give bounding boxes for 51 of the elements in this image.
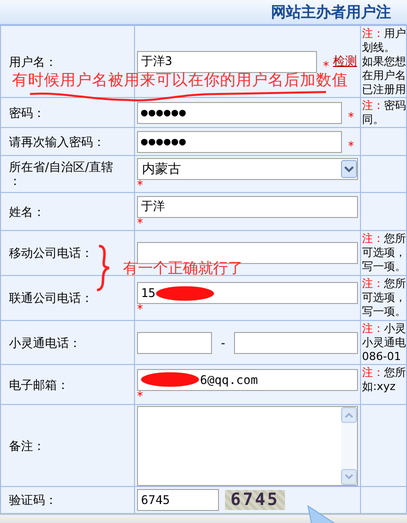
field-label: 备注：: [9, 438, 46, 452]
field-note: 注：密码 同。: [362, 99, 406, 126]
input-field[interactable]: 15: [137, 282, 358, 304]
separator-dash: -: [220, 336, 226, 350]
input-field[interactable]: 于洋: [137, 196, 358, 218]
brace-stroke: [95, 244, 111, 292]
pointer-icon: [306, 505, 336, 523]
field-note: 注：您所 如:xyz: [362, 366, 406, 394]
field-label: 所在省/自治区/直辖: [9, 160, 114, 174]
field-note: 注：小灵 小灵通电 086-01: [362, 322, 406, 364]
field-label: 验证码：: [9, 493, 58, 507]
required-mark: *: [137, 390, 144, 400]
field-label: 请再次输入密码：: [9, 134, 106, 148]
field-note: 注：您所 可选项， 写一项。: [362, 277, 406, 319]
remarks-textarea[interactable]: [137, 406, 358, 486]
required-mark: *: [137, 304, 144, 314]
field-value: 6@qq.com: [200, 372, 258, 386]
required-mark: *: [323, 60, 329, 70]
captcha-image: 6745: [225, 490, 285, 510]
input-field[interactable]: 于洋3: [137, 50, 317, 72]
field-label: 移动公司电话：: [9, 246, 94, 260]
field-label: 密码：: [9, 106, 46, 120]
password-field[interactable]: ●●●●●●: [137, 130, 342, 152]
input-field[interactable]: 6@qq.com: [137, 368, 358, 390]
field-note: 注：用户 划线。 如果您想 在用户名 已注册用: [362, 27, 406, 96]
captcha-field[interactable]: 6745: [137, 489, 219, 511]
annotation-text: 有一个正确就行了: [123, 258, 243, 278]
scroll-down-icon[interactable]: [341, 468, 357, 484]
password-field[interactable]: ●●●●●●: [137, 102, 342, 124]
field-value: 15: [141, 286, 156, 300]
required-mark: *: [137, 180, 144, 190]
field-label: 联通公司电话：: [9, 291, 94, 305]
field-label: 姓名：: [9, 204, 46, 218]
check-link[interactable]: 检测: [333, 53, 357, 70]
required-mark: *: [348, 140, 354, 150]
field-label: 用户名：: [9, 54, 58, 68]
required-mark: *: [348, 112, 354, 122]
annotation-text: 有时候用户名被用来可以在你的用户名后加数值: [12, 70, 348, 90]
required-mark: *: [137, 218, 144, 228]
field-label: 小灵通电话：: [9, 336, 82, 350]
field-label: 电子邮箱：: [9, 378, 70, 392]
field-label: ：: [9, 174, 22, 188]
phone-number-field[interactable]: [234, 332, 358, 354]
redaction-mark: [156, 286, 214, 300]
scrollbar[interactable]: [341, 406, 357, 484]
area-code-field[interactable]: [137, 332, 212, 354]
province-select[interactable]: 内蒙古: [137, 158, 358, 180]
field-note: 注：您所 可选项， 写一项。: [362, 232, 406, 274]
redaction-mark: [141, 372, 199, 387]
page-title: 网站主办者用户注: [271, 2, 391, 22]
scroll-up-icon[interactable]: [341, 406, 357, 422]
